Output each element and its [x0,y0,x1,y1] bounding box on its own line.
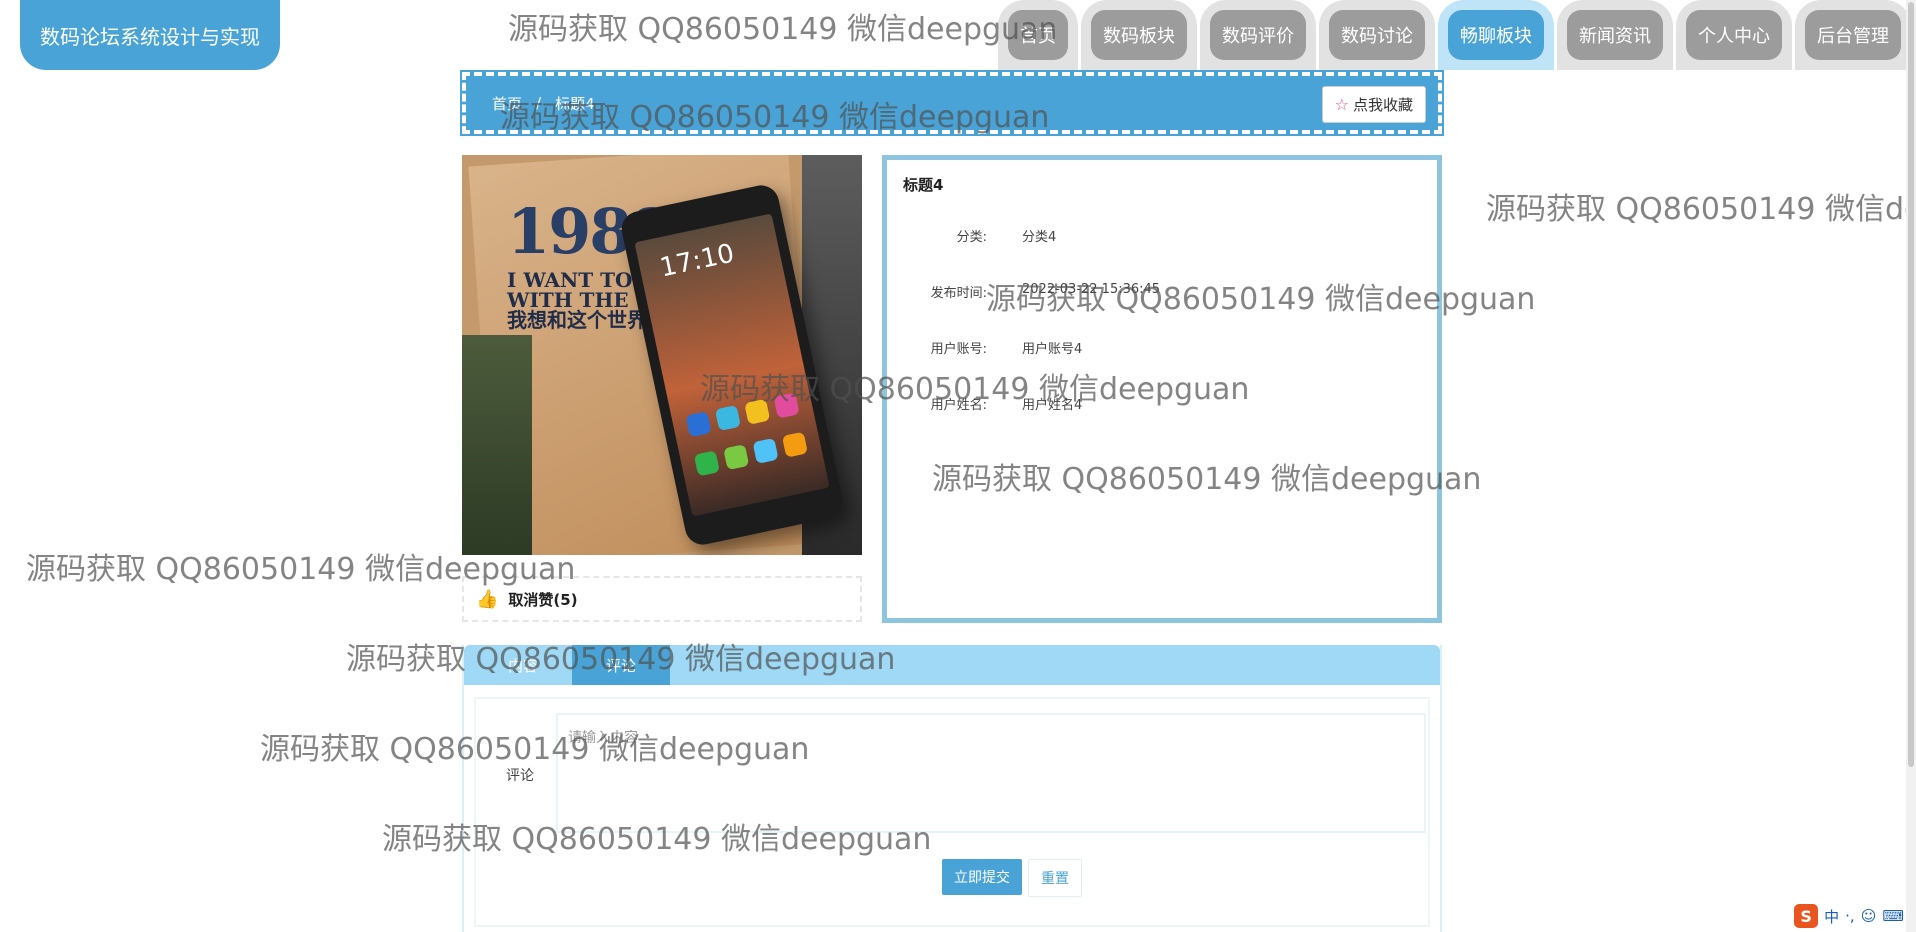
breadcrumb-separator: / [536,94,542,112]
app-icon [685,411,712,438]
post-title: 标题4 [903,176,944,194]
app-icon [693,450,720,477]
info-label: 用户姓名: [930,398,987,413]
image-foliage [462,335,532,555]
post-image: 1988 I WANT TO TALK WITH THE WORLD 我想和这个… [462,155,862,555]
phone-clock: 17:10 [657,238,737,284]
watermark: 源码获取 QQ86050149 微信deepguan [1486,192,1916,227]
info-label: 用户账号: [930,342,987,357]
app-icon [723,444,750,471]
app-icon [714,404,741,432]
nav-item-digital-discussion[interactable]: 数码讨论 [1319,0,1435,70]
breadcrumb-current: 标题4 [555,94,595,113]
favorite-label: 点我收藏 [1352,96,1413,114]
scrollbar-thumb[interactable] [1908,2,1914,767]
nav-label[interactable]: 后台管理 [1805,10,1901,60]
like-button[interactable]: 👍 取消赞(5) [462,576,862,622]
tab-content[interactable]: 内容 [474,645,572,685]
info-value: 分类4 [1022,230,1057,245]
app-icon [781,431,808,458]
site-logo[interactable]: 数码论坛系统设计与实现 [20,0,280,70]
top-nav: 首页 数码板块 数码评价 数码讨论 畅聊板块 新闻资讯 个人中心 后台管理 [998,0,1911,70]
app-icon [773,392,800,419]
tab-bar: 内容 评论 [464,645,1440,685]
nav-label[interactable]: 数码评价 [1210,10,1306,60]
app-icon [752,437,779,464]
nav-item-news[interactable]: 新闻资讯 [1557,0,1673,70]
submit-button[interactable]: 立即提交 [942,859,1022,895]
nav-item-profile[interactable]: 个人中心 [1676,0,1792,70]
app-icon [744,398,771,425]
post-info-panel: 标题4 分类: 分类4 发布时间: 2022-03-22 15:36:45 用户… [882,155,1442,623]
sogou-icon[interactable]: S [1794,904,1819,928]
star-icon: ☆ [1334,95,1349,114]
like-label: 取消赞(5) [508,590,578,609]
nav-item-digital-review[interactable]: 数码评价 [1200,0,1316,70]
keyboard-icon[interactable]: ⌨ [1882,907,1904,925]
page-scrollbar[interactable] [1906,0,1916,932]
nav-label[interactable]: 数码讨论 [1329,10,1425,60]
info-value: 用户姓名4 [1022,398,1083,413]
nav-label[interactable]: 数码板块 [1091,10,1187,60]
content-tabs: 内容 评论 评论 请输入内容 立即提交 重置 [462,645,1442,932]
nav-label[interactable]: 畅聊板块 [1448,10,1544,60]
nav-label[interactable]: 个人中心 [1686,10,1782,60]
nav-item-chat-section[interactable]: 畅聊板块 [1438,0,1554,70]
info-label: 分类: [956,230,987,245]
ime-toolbar: S 中 ·, ☺ ⌨ [1794,904,1904,928]
breadcrumb-home[interactable]: 首页 [492,93,522,114]
comment-label: 评论 [506,768,534,784]
nav-item-digital-section[interactable]: 数码板块 [1081,0,1197,70]
info-label: 发布时间: [930,286,987,301]
breadcrumb: 首页 / 标题4 ☆ 点我收藏 [460,70,1444,136]
tab-comments[interactable]: 评论 [572,645,671,685]
watermark: 源码获取 QQ86050149 微信deepguan [508,12,1058,47]
comment-textarea[interactable]: 请输入内容 [556,713,1426,833]
info-value: 用户账号4 [1022,342,1083,357]
emoji-icon[interactable]: ☺ [1861,907,1877,925]
reset-button[interactable]: 重置 [1028,859,1082,897]
nav-label[interactable]: 首页 [1008,10,1068,60]
nav-item-admin[interactable]: 后台管理 [1795,0,1911,70]
nav-item-home[interactable]: 首页 [998,0,1078,70]
comment-form: 评论 请输入内容 立即提交 重置 [474,697,1430,927]
ime-lang[interactable]: 中 [1824,906,1839,927]
favorite-button[interactable]: ☆ 点我收藏 [1321,86,1426,123]
thumbs-up-icon: 👍 [476,588,499,610]
ime-punct[interactable]: ·, [1845,907,1855,925]
info-value: 2022-03-22 15:36:45 [1022,282,1161,297]
nav-label[interactable]: 新闻资讯 [1567,10,1663,60]
